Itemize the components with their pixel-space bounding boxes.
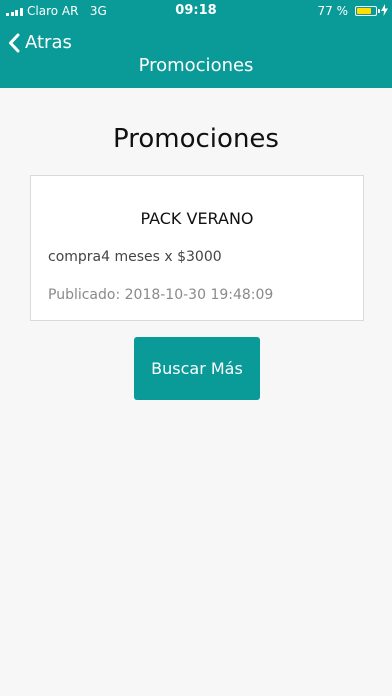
battery-percentage: 77 % <box>317 4 349 18</box>
promotion-title: PACK VERANO <box>140 209 254 228</box>
charging-bolt-icon <box>381 4 388 16</box>
promotion-published-date: Publicado: 2018-10-30 19:48:09 <box>48 287 274 303</box>
back-label: Atras <box>25 32 72 53</box>
chevron-left-icon <box>9 33 20 53</box>
battery-tip <box>378 9 380 13</box>
promotion-description: compra4 meses x $3000 <box>48 249 222 265</box>
top-bar: Claro AR 3G 09:18 77 % Atras Promociones <box>0 0 392 88</box>
battery-level-fill <box>357 8 371 14</box>
status-bar: Claro AR 3G 09:18 77 % <box>0 0 392 24</box>
search-more-button[interactable]: Buscar Más <box>134 337 260 400</box>
nav-title: Promociones <box>138 55 254 76</box>
battery-icon <box>355 6 380 16</box>
promotion-card[interactable]: PACK VERANO compra4 meses x $3000 Public… <box>30 175 364 321</box>
page-title: Promociones <box>113 124 279 154</box>
